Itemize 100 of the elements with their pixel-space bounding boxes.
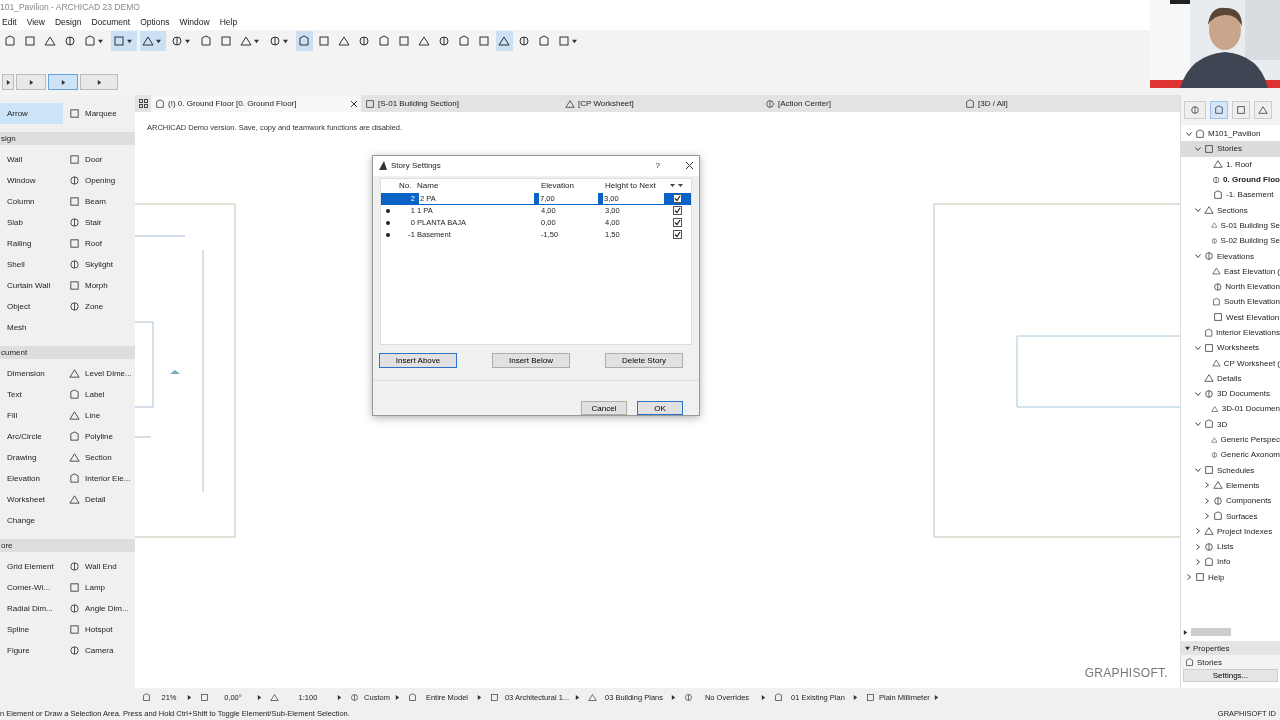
tool-button[interactable]: Radial Dim...	[0, 598, 63, 619]
tool-button[interactable]: Stair	[63, 212, 135, 233]
tree-item[interactable]: West Elevation	[1181, 309, 1280, 325]
chevron-icon[interactable]	[1194, 467, 1201, 474]
tree-item[interactable]: South Elevation	[1181, 294, 1280, 310]
column-header[interactable]: Name	[417, 181, 537, 191]
show-checkbox[interactable]	[672, 194, 682, 204]
tree-item[interactable]: -1. Basement	[1181, 187, 1280, 203]
menu-item[interactable]: Help	[219, 17, 238, 27]
scrollbar-thumb[interactable]	[1191, 628, 1231, 636]
tree-item[interactable]: Worksheets	[1181, 340, 1280, 356]
chevron-icon[interactable]	[1194, 421, 1201, 428]
chevron-icon[interactable]	[1194, 528, 1201, 535]
tool-button[interactable]: Grid Element	[0, 556, 63, 577]
tool-button[interactable]: Worksheet	[0, 489, 63, 510]
tool-button[interactable]: Figure	[0, 640, 63, 661]
toolbar-button[interactable]	[2, 74, 14, 90]
chevron-icon[interactable]	[1203, 497, 1210, 504]
tree-item[interactable]: CP Worksheet (	[1181, 355, 1280, 371]
tool-button[interactable]: Interior Ele...	[63, 468, 135, 489]
show-checkbox[interactable]	[672, 218, 682, 228]
tool-button[interactable]: Section	[63, 447, 135, 468]
view-tab[interactable]: [CP Worksheet]	[561, 95, 761, 112]
tool-button[interactable]: Label	[63, 384, 135, 405]
tool-button[interactable]: Column	[0, 191, 63, 212]
tool-button[interactable]: Change	[0, 510, 63, 531]
chevron-icon[interactable]	[1194, 253, 1201, 259]
tree-item[interactable]: Surfaces	[1181, 508, 1280, 524]
chevron-icon[interactable]	[1194, 207, 1201, 214]
tool-button[interactable]: Drawing	[0, 447, 63, 468]
tree-item[interactable]: Generic Perspec	[1181, 431, 1280, 448]
column-header[interactable]: Elevation	[537, 181, 601, 191]
chevron-icon[interactable]	[1185, 130, 1192, 137]
tool-button[interactable]: Elevation	[0, 468, 63, 489]
navigator-button[interactable]	[1210, 101, 1228, 119]
toolbar-button[interactable]	[140, 31, 166, 51]
dialog-button[interactable]: Insert Below	[492, 353, 570, 368]
tree-item[interactable]: 3D Documents	[1181, 386, 1280, 402]
tool-button[interactable]: Dimension	[0, 363, 63, 384]
dialog-button[interactable]: OK	[637, 401, 683, 415]
view-tab[interactable]: [3D / All]	[961, 95, 1166, 112]
tool-button[interactable]: Shell	[0, 254, 63, 275]
menu-item[interactable]: Options	[140, 17, 170, 27]
tree-item[interactable]: 1. Roof	[1181, 156, 1280, 172]
show-checkbox[interactable]	[672, 206, 682, 216]
tree-item[interactable]: Elevations	[1181, 248, 1280, 264]
tool-button[interactable]: Camera	[63, 640, 135, 661]
tool-button[interactable]: Window	[0, 170, 63, 191]
tool-button[interactable]: Level Dime...	[63, 363, 135, 384]
tool-button[interactable]: Fill	[0, 405, 63, 426]
toolbar-button[interactable]	[296, 31, 313, 51]
tool-button[interactable]: Beam	[63, 191, 135, 212]
view-tab[interactable]: (!) 0. Ground Floor [0. Ground Floor]	[151, 95, 361, 112]
tool-button[interactable]: Polyline	[63, 426, 135, 447]
help-button[interactable]: ?	[655, 161, 660, 171]
navigator-button[interactable]	[1184, 101, 1206, 119]
dialog-button[interactable]: Cancel	[581, 401, 627, 415]
tree-item[interactable]: 0. Ground Floo	[1181, 171, 1280, 188]
close-icon[interactable]	[351, 100, 357, 107]
chevron-icon[interactable]	[1194, 390, 1201, 397]
section-header[interactable]: sign	[0, 132, 135, 145]
chevron-icon[interactable]	[1203, 513, 1210, 520]
toolbar-button[interactable]	[496, 31, 513, 51]
menu-item[interactable]: Edit	[2, 17, 17, 27]
section-header[interactable]: ore	[0, 539, 135, 552]
tool-button[interactable]: Wall End	[63, 556, 135, 577]
tool-button[interactable]: Wall	[0, 149, 63, 170]
close-icon[interactable]	[686, 162, 693, 170]
tool-button[interactable]: Text	[0, 384, 63, 405]
tool-button[interactable]: Corner-Wi...	[0, 577, 63, 598]
tool-button[interactable]: Slab	[0, 212, 63, 233]
menu-item[interactable]: Design	[54, 17, 82, 27]
chevron-icon[interactable]	[1194, 344, 1201, 351]
view-tab[interactable]: [S-01 Building Section]	[361, 95, 561, 112]
tree-item[interactable]: 3D	[1181, 416, 1280, 432]
tree-item[interactable]: Interior Elevations	[1181, 324, 1280, 341]
tree-item[interactable]: S-02 Building Se	[1181, 233, 1280, 249]
tree-item[interactable]: Schedules	[1181, 462, 1280, 478]
tool-button[interactable]: Lamp	[63, 577, 135, 598]
tree-item[interactable]: 3D-01 Documen	[1181, 401, 1280, 417]
tool-button[interactable]: Line	[63, 405, 135, 426]
tool-button[interactable]: Zone	[63, 296, 135, 317]
chevron-icon[interactable]	[1203, 482, 1210, 489]
tree-item[interactable]: Sections	[1181, 202, 1280, 218]
tree-item[interactable]: M101_Pavilion	[1181, 126, 1280, 142]
tree-item[interactable]: Info	[1181, 554, 1280, 570]
tool-button[interactable]: Mesh	[0, 317, 63, 338]
tool-button[interactable]: Angle Dim...	[63, 598, 135, 619]
dialog-button[interactable]: Delete Story	[605, 353, 683, 368]
dialog-button[interactable]: Insert Above	[379, 353, 457, 368]
tool-button[interactable]: Hotspot	[63, 619, 135, 640]
tool-button[interactable]: Skylight	[63, 254, 135, 275]
tool-button[interactable]: Morph	[63, 275, 135, 296]
chevron-icon[interactable]	[1185, 574, 1192, 581]
tool-button[interactable]: Curtain Wall	[0, 275, 63, 296]
tree-item[interactable]: Elements	[1181, 477, 1280, 494]
menu-item[interactable]: Document	[91, 17, 131, 27]
tree-item[interactable]: Components	[1181, 493, 1280, 509]
filter-icon[interactable]	[670, 183, 684, 189]
tree-item[interactable]: S-01 Building Se	[1181, 217, 1280, 234]
